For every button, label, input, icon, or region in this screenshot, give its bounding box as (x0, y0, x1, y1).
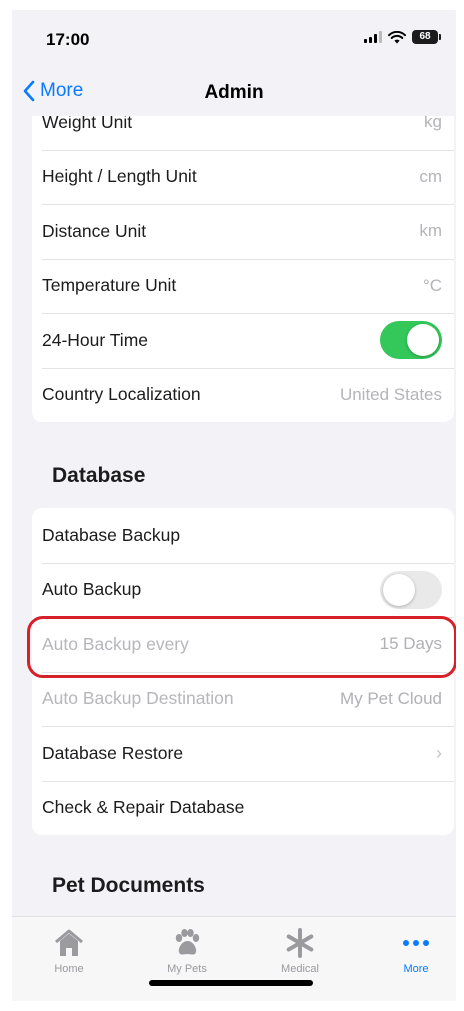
tab-label: Medical (281, 963, 319, 975)
row-value: My Pet Cloud (339, 688, 442, 708)
country-localization-row[interactable]: Country Localization United States (32, 367, 454, 423)
auto-backup-every-row: Auto Backup every 15 Days (32, 617, 454, 672)
database-section-header: Database (52, 464, 146, 487)
status-time: 17:00 (46, 30, 90, 49)
temperature-unit-row[interactable]: Temperature Unit °C (32, 258, 454, 314)
row-label: Auto Backup (42, 579, 142, 600)
row-value: kg (424, 116, 442, 132)
navigation-bar: More Admin (12, 70, 456, 116)
units-settings-group: Weight Unit kg Height / Length Unit cm D… (32, 116, 454, 422)
paw-icon (142, 925, 232, 961)
tab-my-pets[interactable]: My Pets (142, 925, 232, 975)
status-bar: 17:00 68 (12, 10, 456, 70)
database-settings-group: Database Backup Auto Backup Auto Backup … (32, 508, 454, 835)
toggle-knob (383, 573, 415, 606)
ellipsis-icon (371, 925, 456, 961)
database-backup-row[interactable]: Database Backup (32, 508, 454, 563)
tab-more[interactable]: More (371, 925, 456, 975)
page-title: Admin (204, 82, 264, 103)
row-label: Distance Unit (42, 220, 147, 241)
database-restore-row[interactable]: Database Restore › (32, 726, 454, 781)
row-label: Database Backup (42, 524, 181, 545)
toggle-knob (407, 324, 439, 357)
row-label: Country Localization (42, 384, 201, 405)
tab-label: My Pets (167, 963, 207, 975)
tab-medical[interactable]: Medical (255, 925, 345, 975)
pet-documents-section-header: Pet Documents (52, 874, 205, 897)
row-label: Auto Backup every (42, 633, 189, 654)
row-label: Check & Repair Database (42, 797, 245, 818)
check-repair-database-row[interactable]: Check & Repair Database (32, 780, 454, 836)
auto-backup-row: Auto Backup (32, 562, 454, 618)
asterisk-icon (255, 925, 345, 961)
tab-home[interactable]: Home (24, 925, 114, 975)
distance-unit-row[interactable]: Distance Unit km (32, 204, 454, 259)
row-value: 15 Days (379, 634, 442, 654)
row-label: 24-Hour Time (42, 329, 149, 350)
row-label: Temperature Unit (42, 275, 177, 296)
settings-list[interactable]: Weight Unit kg Height / Length Unit cm D… (12, 116, 456, 916)
battery-icon: 68 (412, 30, 441, 44)
row-label: Weight Unit (42, 116, 133, 132)
tab-label: More (403, 963, 429, 975)
row-value: cm (419, 166, 442, 186)
auto-backup-toggle[interactable] (380, 570, 442, 609)
row-label: Height / Length Unit (42, 166, 197, 187)
home-indicator[interactable] (149, 980, 313, 986)
height-length-unit-row[interactable]: Height / Length Unit cm (32, 149, 454, 205)
phone-screen: 17:00 68 More Admin Weight Unit kg Heigh… (12, 10, 456, 1001)
row-label: Database Restore (42, 742, 184, 763)
tab-label: Home (54, 963, 84, 975)
wifi-icon (388, 30, 406, 44)
row-label: Auto Backup Destination (42, 688, 234, 709)
weight-unit-row[interactable]: Weight Unit kg (32, 116, 454, 150)
auto-backup-destination-row: Auto Backup Destination My Pet Cloud (32, 671, 454, 727)
24-hour-time-toggle[interactable] (380, 321, 442, 360)
24-hour-time-row: 24-Hour Time (32, 313, 454, 368)
row-value: °C (422, 275, 442, 295)
status-icons: 68 (364, 30, 441, 44)
chevron-right-icon: › (436, 742, 442, 763)
cellular-signal-icon (364, 31, 382, 43)
tab-bar: Home My Pets Medical More (12, 916, 456, 1001)
row-value: km (419, 221, 442, 241)
row-value: United States (339, 384, 442, 404)
house-icon (24, 925, 114, 961)
